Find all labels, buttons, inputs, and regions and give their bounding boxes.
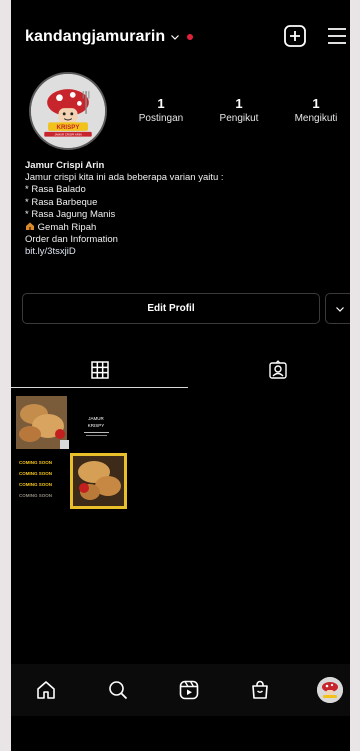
bio-line: * Rasa Jagung Manis bbox=[25, 208, 116, 220]
logo-subtext: JAMUR CRISPI ARIN bbox=[54, 133, 81, 137]
home-icon[interactable] bbox=[33, 677, 59, 703]
hamburger-menu-icon[interactable] bbox=[324, 23, 350, 49]
post-title-line1: JAMUR bbox=[88, 416, 104, 421]
house-icon bbox=[26, 222, 34, 231]
stat-followers-count: 1 bbox=[235, 96, 243, 111]
post-thumbnail[interactable]: JAMUR KRISPY COMING SOON COMING SOON COM… bbox=[16, 396, 127, 509]
stat-following-label: Mengikuti bbox=[294, 113, 338, 124]
stat-followers[interactable]: 1 Pengikut bbox=[204, 96, 274, 124]
chevron-down-icon bbox=[336, 306, 344, 312]
bio-name: Jamur Crispi Arin bbox=[25, 160, 105, 171]
post-image: JAMUR KRISPY COMING SOON COMING SOON COM… bbox=[16, 396, 127, 509]
chevron-down-icon bbox=[171, 35, 180, 40]
stat-posts-count: 1 bbox=[157, 96, 165, 111]
profile-avatar-icon[interactable] bbox=[317, 677, 343, 703]
reels-icon[interactable] bbox=[176, 677, 202, 703]
notification-dot bbox=[187, 34, 194, 40]
mushroom-logo-icon: KRISPY JAMUR CRISPI ARIN bbox=[31, 74, 105, 148]
active-tab-indicator bbox=[11, 387, 188, 388]
bio-link[interactable]: bit.ly/3tsxjiD bbox=[25, 246, 325, 258]
shop-icon[interactable] bbox=[247, 677, 273, 703]
logo-text: KRISPY bbox=[57, 124, 80, 131]
edit-profile-button[interactable]: Edit Profil bbox=[22, 293, 320, 324]
account-switcher[interactable]: kandangjamurarin bbox=[25, 28, 194, 46]
tab-grid[interactable] bbox=[15, 352, 184, 388]
stat-following-count: 1 bbox=[312, 96, 320, 111]
stat-following[interactable]: 1 Mengikuti bbox=[281, 96, 350, 124]
bio-location-text: Gemah Ripah bbox=[37, 222, 97, 234]
bottom-navigation bbox=[11, 664, 350, 716]
bio-line: Jamur crispi kita ini ada beberapa varia… bbox=[25, 172, 224, 184]
suggested-accounts-button[interactable] bbox=[325, 293, 350, 324]
bio-line: * Rasa Barbeque bbox=[25, 196, 98, 208]
bio-line: * Rasa Balado bbox=[25, 184, 86, 196]
profile-bio: Jamur Crispi Arin Jamur crispi kita ini … bbox=[25, 160, 325, 259]
tab-tagged[interactable] bbox=[193, 352, 350, 388]
tagged-person-icon bbox=[268, 360, 287, 379]
username: kandangjamurarin bbox=[25, 28, 166, 45]
stat-posts[interactable]: 1 Postingan bbox=[126, 96, 196, 124]
stat-followers-label: Pengikut bbox=[219, 113, 259, 124]
coming-soon-text: COMING SOON bbox=[19, 471, 52, 476]
top-header: kandangjamurarin bbox=[11, 18, 350, 58]
coming-soon-text: COMING SOON bbox=[19, 493, 52, 498]
coming-soon-text: COMING SOON bbox=[19, 460, 52, 465]
post-title-line2: KRISPY bbox=[88, 423, 105, 428]
instagram-profile-screen: kandangjamurarin KRISPY JAMUR CRISPI ARI… bbox=[11, 0, 350, 751]
stat-posts-label: Postingan bbox=[138, 113, 184, 124]
bio-order: Order dan Information bbox=[25, 234, 118, 246]
bio-location: Gemah Ripah bbox=[25, 221, 325, 234]
grid-icon bbox=[90, 361, 109, 379]
coming-soon-text: COMING SOON bbox=[19, 482, 52, 487]
plus-square-icon[interactable] bbox=[282, 23, 308, 49]
profile-avatar[interactable]: KRISPY JAMUR CRISPI ARIN bbox=[29, 72, 107, 150]
search-icon[interactable] bbox=[105, 677, 131, 703]
